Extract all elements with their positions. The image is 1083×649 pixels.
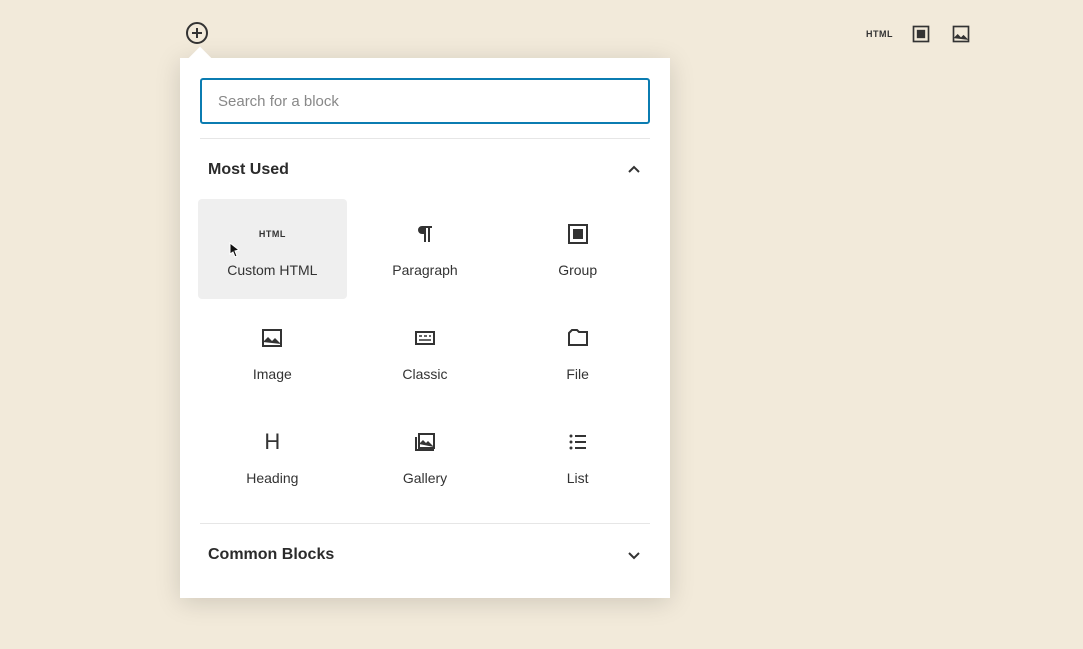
block-label: Group [558, 262, 597, 278]
block-heading[interactable]: H Heading [198, 407, 347, 507]
add-block-button[interactable] [186, 22, 208, 44]
block-gallery[interactable]: Gallery [351, 407, 500, 507]
block-grid: HTML Custom HTML Paragraph Group [180, 191, 670, 523]
paragraph-icon [411, 220, 439, 248]
panel-body[interactable]: Most Used HTML Custom HTML Paragraph [180, 139, 670, 598]
image-tool-icon[interactable] [949, 22, 973, 46]
group-tool-icon[interactable] [909, 22, 933, 46]
block-label: Paragraph [392, 262, 457, 278]
classic-icon [411, 324, 439, 352]
block-label: Classic [402, 366, 447, 382]
image-icon [258, 324, 286, 352]
block-image[interactable]: Image [198, 303, 347, 403]
category-header-most-used[interactable]: Most Used [180, 139, 670, 191]
block-label: Custom HTML [227, 262, 317, 278]
plus-icon [191, 27, 203, 39]
chevron-up-icon [626, 162, 642, 178]
category-header-common-blocks[interactable]: Common Blocks [180, 524, 670, 576]
block-label: List [567, 470, 589, 486]
search-input[interactable] [200, 78, 650, 124]
block-list[interactable]: List [503, 407, 652, 507]
block-label: File [566, 366, 589, 382]
gallery-icon [411, 428, 439, 456]
category-title: Common Blocks [208, 546, 334, 564]
block-custom-html[interactable]: HTML Custom HTML [198, 199, 347, 299]
block-group[interactable]: Group [503, 199, 652, 299]
toolbar-right: HTML [866, 22, 973, 46]
category-title: Most Used [208, 161, 289, 179]
block-inserter-popover: Most Used HTML Custom HTML Paragraph [180, 58, 670, 598]
block-label: Gallery [403, 470, 447, 486]
search-wrap [180, 58, 670, 138]
chevron-down-icon [626, 547, 642, 563]
heading-icon: H [258, 428, 286, 456]
html-icon: HTML [258, 220, 286, 248]
group-icon [564, 220, 592, 248]
file-icon [564, 324, 592, 352]
block-label: Image [253, 366, 292, 382]
block-classic[interactable]: Classic [351, 303, 500, 403]
html-tool-icon[interactable]: HTML [866, 22, 893, 46]
list-icon [564, 428, 592, 456]
block-file[interactable]: File [503, 303, 652, 403]
block-paragraph[interactable]: Paragraph [351, 199, 500, 299]
block-label: Heading [246, 470, 298, 486]
